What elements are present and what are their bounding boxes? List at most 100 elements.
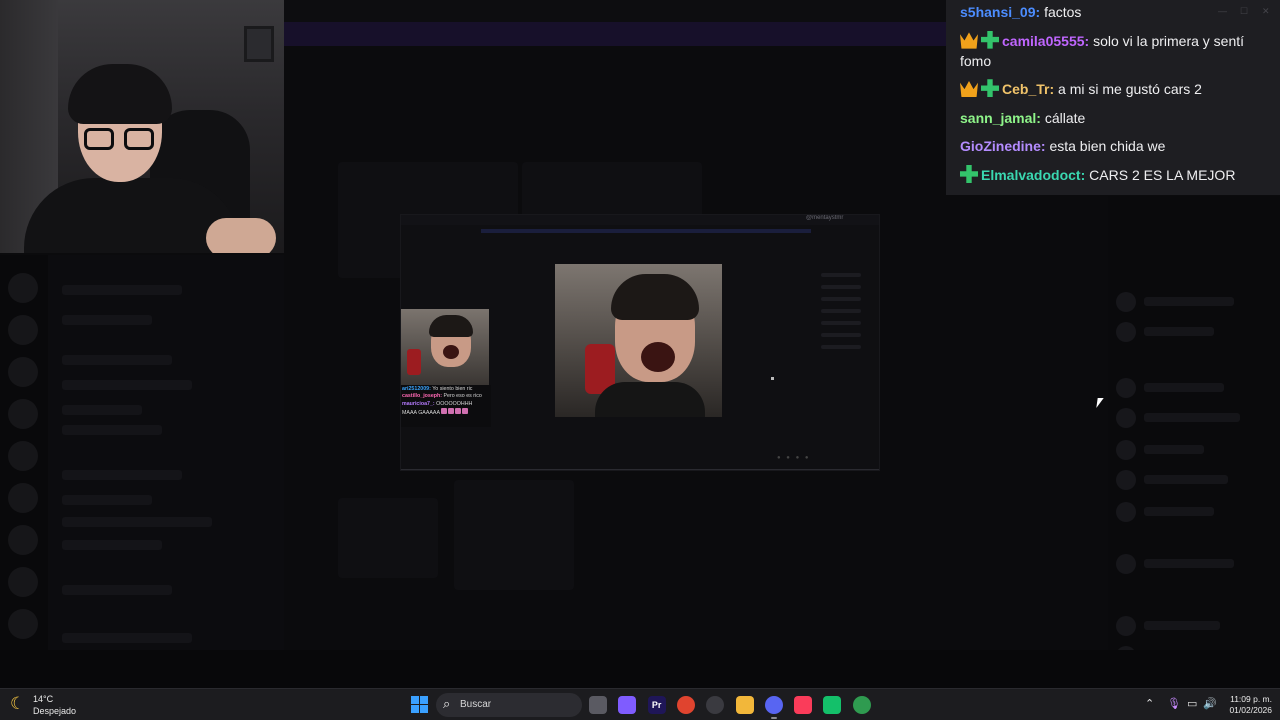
chat-message: Elmalvadodoct: CARS 2 ES LA MEJOR [960,164,1274,185]
member-item[interactable] [1116,378,1266,398]
channel-item[interactable] [62,540,162,550]
chat-separator: : [1080,166,1090,183]
chevron-up-icon[interactable]: ⌃ [1145,697,1154,710]
wall-picture [244,26,274,62]
member-list [1108,196,1280,676]
streamer-handle: @mentaystmr [806,215,844,221]
channel-item[interactable] [62,517,212,527]
task-view-icon[interactable] [589,696,607,714]
server-list [0,255,48,655]
server-icon[interactable] [8,273,38,303]
crown-badge-icon [960,80,978,98]
chat-username[interactable]: Ceb_Tr [1002,81,1049,97]
chat-username[interactable]: GioZinedine [960,138,1041,154]
chat-overlay: — ☐ ✕ s5hansi_09: factos camila05555: sol… [946,0,1280,195]
taskbar-search[interactable]: ⌕ Buscar [436,693,582,717]
emote-icon [454,408,461,415]
network-icon[interactable]: ▭ [1187,697,1197,710]
stream-banner [481,229,811,233]
secondary-cursor [771,377,774,380]
copilot-icon[interactable] [618,696,637,714]
emote-icon [447,408,454,415]
chat-username[interactable]: camila05555 [1002,33,1085,49]
plus-badge-icon [981,79,999,98]
mini-chat-text: Pero eso es rico [442,393,482,400]
channel-item[interactable] [62,425,162,435]
capcut-icon[interactable] [823,696,842,714]
file-explorer-icon[interactable] [735,696,754,714]
server-icon[interactable] [8,483,38,513]
weather-temperature: 14°C [33,694,54,704]
chat-separator: : [1035,4,1045,20]
background-bottom-bar [0,650,1280,688]
member-item[interactable] [1116,470,1266,490]
member-item[interactable] [1116,502,1266,522]
mini-chat-text: MAAA GAAAAA [402,410,440,417]
chrome-profile-icon[interactable] [852,696,871,714]
mouse-cursor [1096,398,1110,408]
microphone-icon[interactable]: 🎙 [1167,697,1181,710]
mini-chat-text: OOOOOOHHH [434,400,473,407]
server-icon[interactable] [8,315,38,345]
server-icon[interactable] [8,567,38,597]
chat-text: cállate [1044,109,1086,126]
clock-date: 01/02/2026 [1229,705,1272,715]
clock-time: 11:09 p. m. [1230,694,1272,704]
chat-separator: : [1036,109,1045,126]
stream-progress-bar[interactable] [401,469,879,470]
server-icon[interactable] [8,357,38,387]
member-item[interactable] [1116,616,1266,636]
emote-icon [440,408,447,415]
member-item[interactable] [1116,292,1266,312]
premiere-icon[interactable]: Pr [647,696,666,714]
server-icon[interactable] [8,609,38,639]
emote-icon [461,408,468,415]
server-icon[interactable] [8,525,38,555]
chat-username[interactable]: sann_jamal [960,110,1036,126]
channel-item[interactable] [62,355,172,365]
channel-item[interactable] [62,405,142,415]
small-webcam-feed [401,309,489,385]
system-clock[interactable]: 11:09 p. m. 01/02/2026 [1220,694,1272,716]
discord-icon[interactable] [764,696,783,714]
background-media-card [338,498,438,578]
chat-message: camila05555: solo vi la primera y sentí … [960,30,1274,71]
channel-item[interactable] [62,633,192,643]
channel-item[interactable] [62,315,152,325]
server-icon[interactable] [8,441,38,471]
mini-chat-line: castillo_joseph: Pero eso es rico [402,393,490,400]
crown-badge-icon [960,32,978,49]
maximize-icon[interactable]: ☐ [1240,6,1248,17]
member-item[interactable] [1116,554,1266,574]
moon-icon: ☾ [10,694,26,713]
chat-username[interactable]: Elmalvadodoct [981,167,1081,183]
volume-icon[interactable]: 🔊 [1203,697,1217,710]
chat-username[interactable]: s5hansi_09 [960,4,1036,20]
stream-controls[interactable]: ● ● ● ● [777,455,811,461]
member-item[interactable] [1116,440,1266,460]
stream-preview-window[interactable]: @mentaystmr ari2512009: Yo siento bien r… [400,214,880,471]
server-icon[interactable] [8,399,38,429]
channel-item[interactable] [62,285,182,295]
chat-message: GioZinedine: esta bien chida we [960,136,1274,156]
close-icon[interactable]: ✕ [1262,6,1270,17]
apple-music-icon[interactable] [794,696,813,714]
channel-item[interactable] [62,585,172,595]
minimize-icon[interactable]: — [1218,6,1227,16]
main-webcam-feed [555,264,722,417]
chat-separator: : [1049,81,1059,98]
channel-item[interactable] [62,470,182,480]
taskbar: ☾ 14°C Despejado ⌕ Buscar Pr ⌃ 🎙 ▭ 🔊 11:… [0,688,1280,720]
member-item[interactable] [1116,322,1266,342]
chat-message: Ceb_Tr: a mi si me gustó cars 2 [960,79,1274,99]
active-app-indicator [770,717,777,719]
mini-chat-text: Yo siento bien ric [430,386,473,392]
search-icon: ⌕ [443,696,451,711]
search-placeholder: Buscar [460,699,492,710]
windows-start-icon[interactable] [411,696,428,713]
member-item[interactable] [1116,408,1266,428]
obs-icon[interactable] [706,696,725,714]
chrome-icon[interactable] [676,696,695,714]
channel-item[interactable] [62,380,192,390]
channel-item[interactable] [62,495,152,505]
